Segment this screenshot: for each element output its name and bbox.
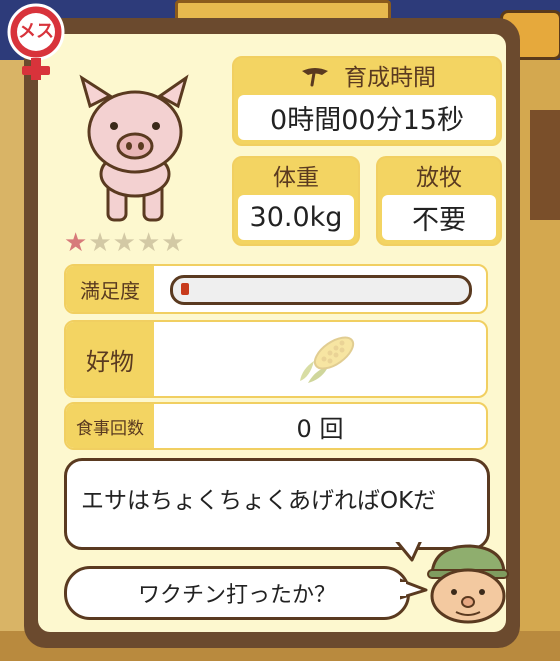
- question-speech-bubble: ワクチン打ったか？: [64, 566, 410, 620]
- grazing-box: 放牧 不要: [376, 156, 502, 246]
- satisfaction-bar-fill: [181, 283, 189, 295]
- grazing-value: 不要: [382, 195, 496, 240]
- growth-time-value: 0時間00分15秒: [238, 95, 496, 140]
- favorite-food-label: 好物: [66, 322, 154, 396]
- gender-label: メス: [18, 21, 54, 42]
- weight-label: 体重: [273, 164, 319, 191]
- star-icon: ★: [112, 228, 136, 258]
- weight-value: 30.0kg: [238, 195, 354, 240]
- star-icon: ★: [161, 228, 185, 258]
- star-icon: ★: [136, 228, 161, 258]
- growth-time-box: 育成時間 0時間00分15秒: [232, 56, 502, 146]
- bg-right-building: [530, 110, 560, 220]
- meal-count-label: 食事回数: [66, 404, 154, 448]
- satisfaction-row: 満足度: [64, 264, 488, 314]
- satisfaction-bar: [170, 275, 472, 305]
- question-text: ワクチン打ったか？: [137, 583, 336, 608]
- favorite-food-row: 好物: [64, 320, 488, 398]
- tip-speech-bubble: エサはちょくちょくあげればOKだ: [64, 458, 490, 550]
- farmer-avatar: [424, 540, 514, 628]
- star-icon: ★: [88, 228, 112, 258]
- weight-box: 体重 30.0kg: [232, 156, 360, 246]
- pig-image: [54, 74, 224, 230]
- meal-count-value: 0 回: [296, 414, 344, 443]
- rarity-stars: ★ ★ ★ ★ ★: [64, 228, 185, 258]
- satisfaction-label: 満足度: [66, 266, 154, 312]
- star-icon: ★: [64, 228, 88, 258]
- growth-time-label: 育成時間: [344, 64, 436, 91]
- tip-text: エサはちょくちょくあげればOKだ: [81, 488, 437, 514]
- grazing-label: 放牧: [416, 164, 462, 191]
- whistle-icon: [302, 67, 328, 86]
- corn-icon: [292, 329, 362, 393]
- meal-count-row: 食事回数 0 回: [64, 402, 488, 450]
